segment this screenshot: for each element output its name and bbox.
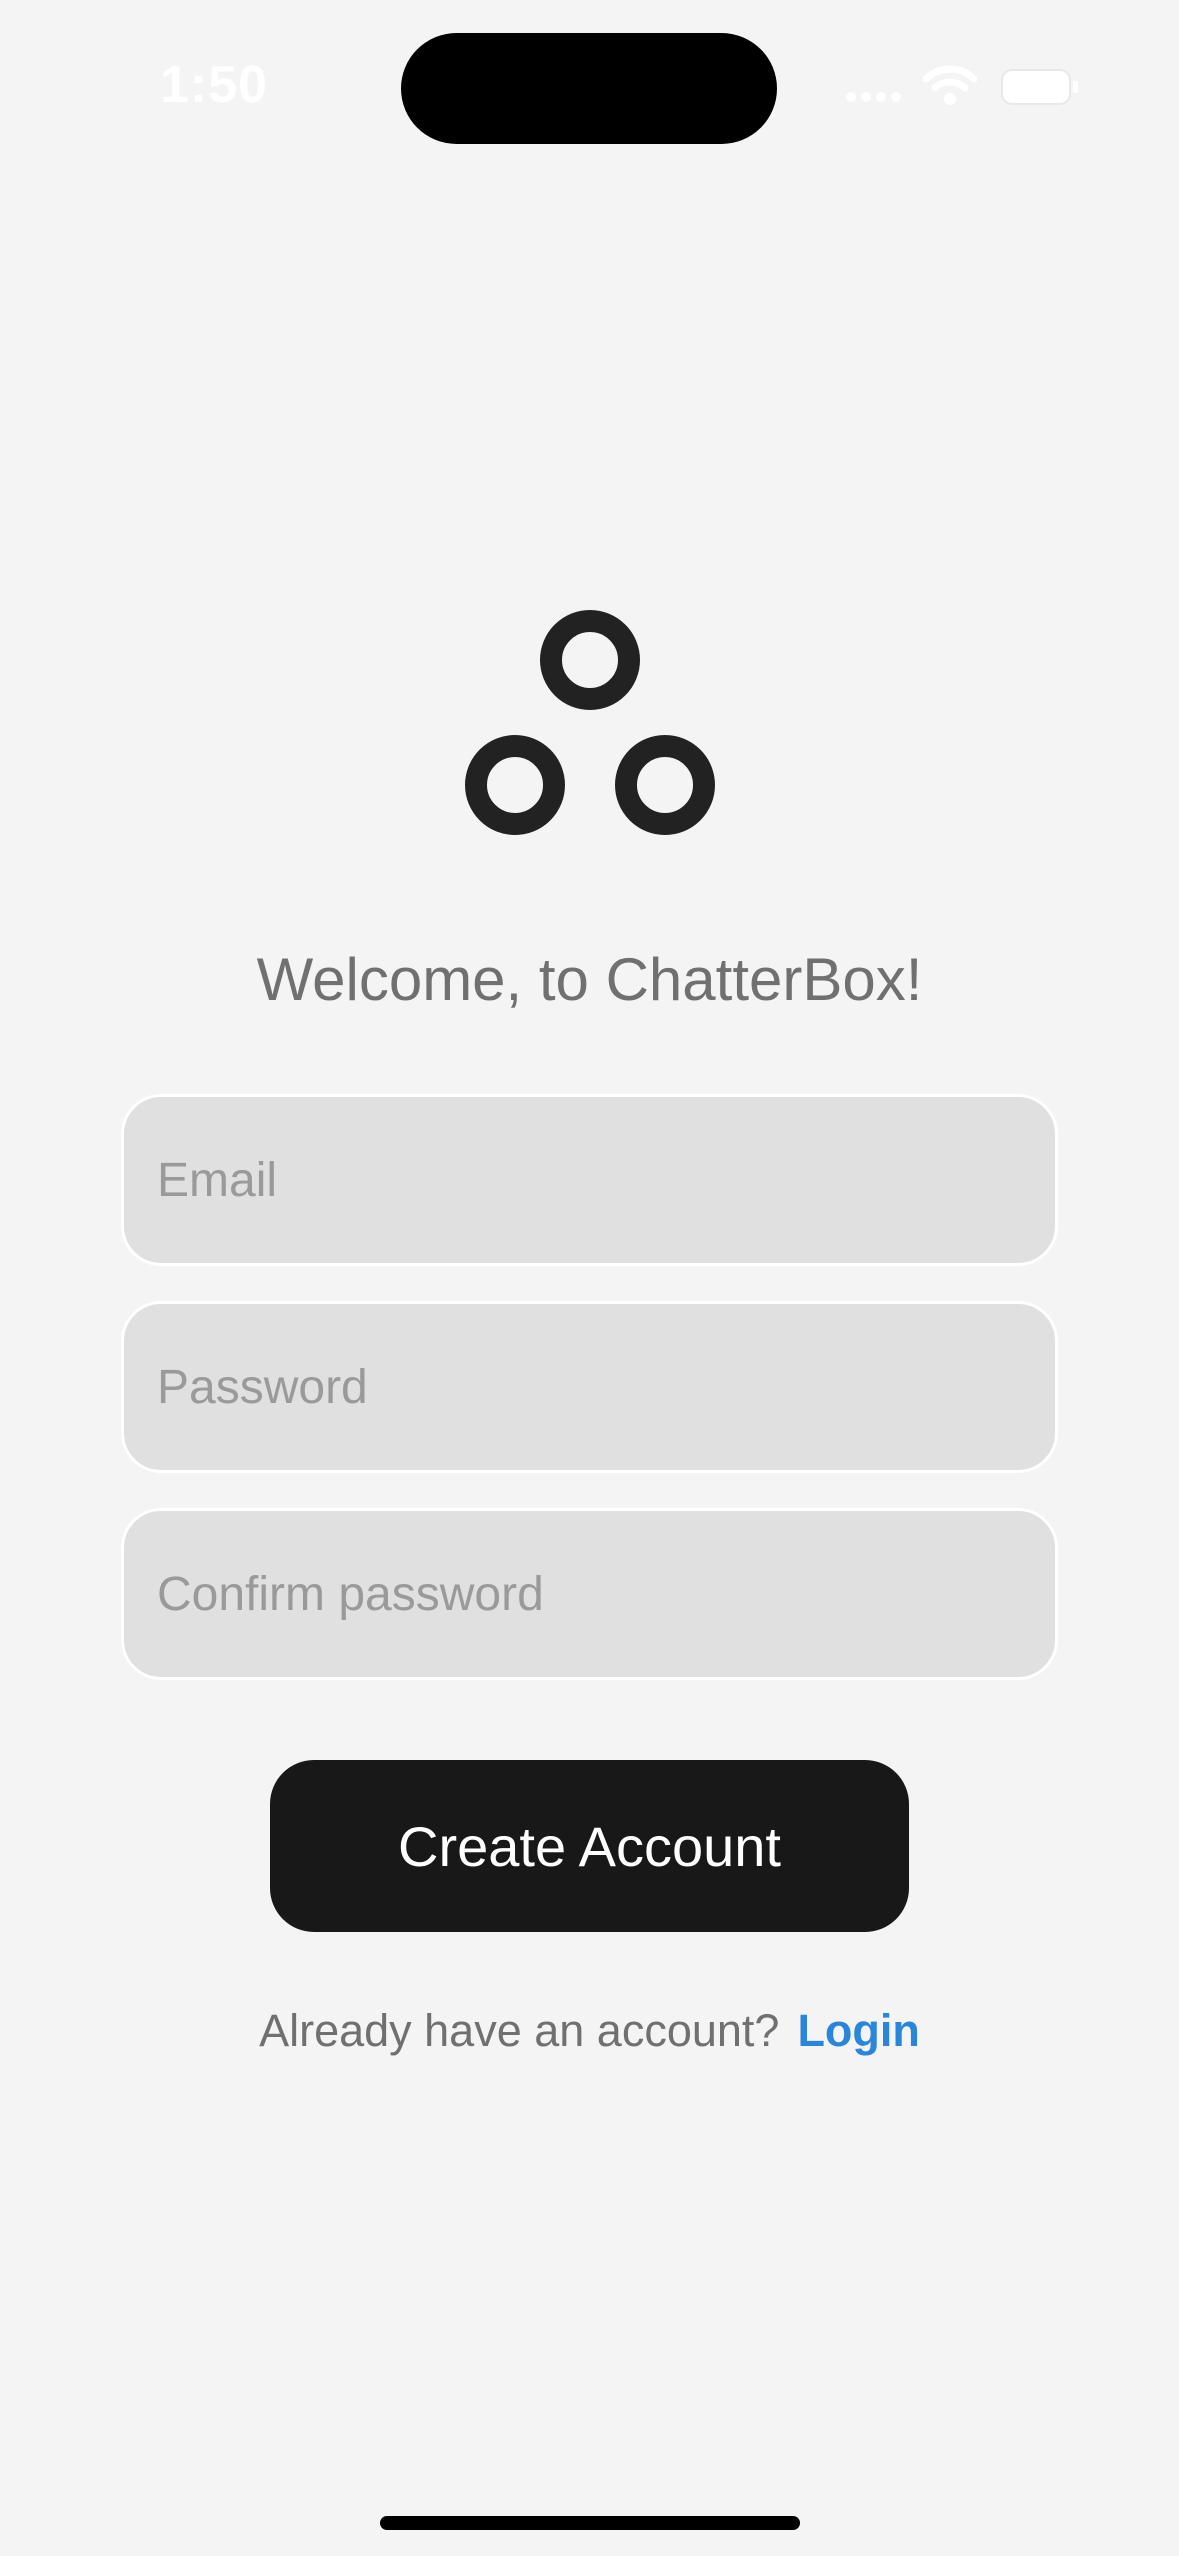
login-link[interactable]: Login bbox=[797, 2005, 919, 2056]
password-field-container bbox=[121, 1301, 1058, 1473]
dynamic-island bbox=[401, 33, 777, 144]
status-bar: 1:50 bbox=[0, 0, 1179, 170]
welcome-heading: Welcome, to ChatterBox! bbox=[256, 946, 923, 1013]
password-field[interactable] bbox=[124, 1304, 1055, 1470]
home-indicator[interactable] bbox=[380, 2516, 800, 2530]
cellular-signal-icon bbox=[846, 92, 901, 102]
confirm-password-field[interactable] bbox=[124, 1511, 1055, 1677]
wifi-icon bbox=[922, 65, 978, 105]
confirm-password-field-container bbox=[121, 1508, 1058, 1680]
status-time: 1:50 bbox=[160, 56, 269, 114]
email-field-container bbox=[121, 1094, 1058, 1266]
create-account-button[interactable]: Create Account bbox=[270, 1760, 909, 1932]
three-circles-logo-icon bbox=[465, 610, 715, 835]
login-prompt-text: Already have an account? bbox=[259, 2005, 780, 2056]
login-prompt-row: Already have an account? Login bbox=[0, 2005, 1179, 2057]
battery-icon bbox=[1001, 69, 1078, 105]
email-field[interactable] bbox=[124, 1097, 1055, 1263]
